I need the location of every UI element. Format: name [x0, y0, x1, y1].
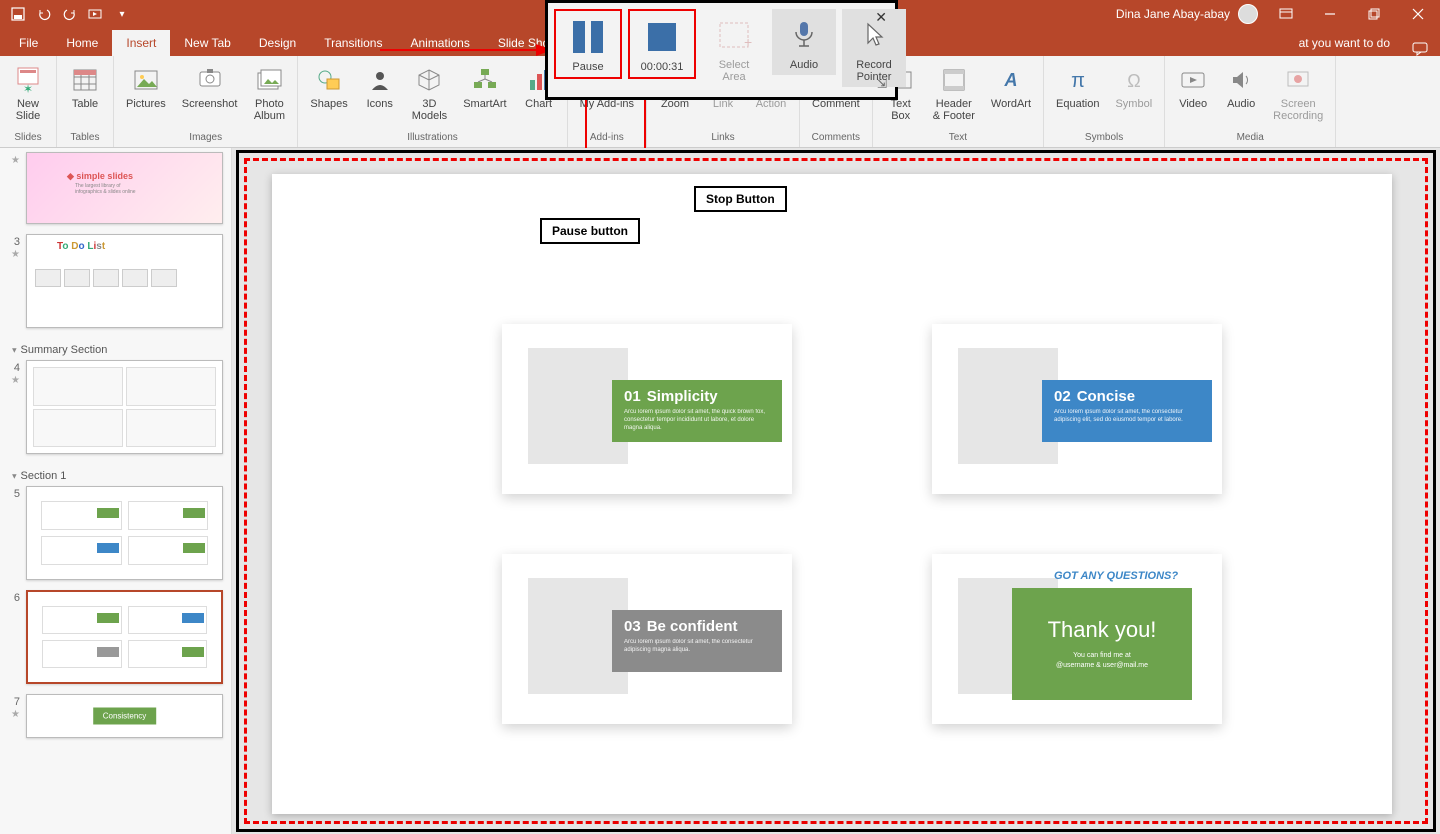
- svg-text:+: +: [744, 34, 752, 50]
- audio-icon: [1225, 64, 1257, 96]
- shapes-icon: [313, 64, 345, 96]
- table-icon: [69, 64, 101, 96]
- slide-thumbnail[interactable]: Consistency: [26, 694, 223, 738]
- equation-icon: π: [1062, 64, 1094, 96]
- record-pointer-button[interactable]: Record Pointer: [842, 9, 906, 87]
- wordart-button[interactable]: AWordArt: [985, 60, 1037, 114]
- equation-button[interactable]: πEquation: [1050, 60, 1105, 114]
- comments-icon[interactable]: [1412, 42, 1428, 56]
- redo-icon[interactable]: [62, 6, 78, 22]
- workspace: ★ ◆ simple slides The largest library of…: [0, 148, 1440, 834]
- microphone-icon: [792, 20, 816, 50]
- slide-thumbnail[interactable]: [26, 360, 223, 454]
- video-icon: [1177, 64, 1209, 96]
- tab-transitions[interactable]: Transitions: [310, 30, 396, 56]
- slide-thumbnail-current[interactable]: [26, 590, 223, 684]
- screen-recording-button: Screen Recording: [1267, 60, 1329, 126]
- pictures-icon: [130, 64, 162, 96]
- card-confident[interactable]: 03Be confidentArcu lorem ipsum dolor sit…: [502, 554, 792, 724]
- tab-insert[interactable]: Insert: [112, 30, 170, 56]
- tab-design[interactable]: Design: [245, 30, 310, 56]
- pause-recording-button[interactable]: Pause: [554, 9, 622, 79]
- user-name: Dina Jane Abay-abay: [1116, 7, 1230, 21]
- smartart-button[interactable]: SmartArt: [457, 60, 512, 114]
- stop-recording-button[interactable]: 00:00:31: [628, 9, 696, 79]
- ribbon-display-options-icon[interactable]: [1264, 0, 1308, 28]
- photo-album-icon: [253, 64, 285, 96]
- tab-newtab[interactable]: New Tab: [170, 30, 244, 56]
- qat-dropdown-icon[interactable]: ▾: [114, 6, 130, 22]
- card-thankyou[interactable]: GOT ANY QUESTIONS? Thank you! You can fi…: [932, 554, 1222, 724]
- symbol-icon: Ω: [1118, 64, 1150, 96]
- animation-star-icon: ★: [11, 155, 20, 166]
- slide-thumbnail[interactable]: ◆ simple slides The largest library ofin…: [26, 152, 223, 224]
- new-slide-button[interactable]: ✶New Slide: [6, 60, 50, 126]
- new-slide-icon: ✶: [12, 64, 44, 96]
- tell-me-search[interactable]: at you want to do: [1289, 30, 1400, 56]
- photo-album-button[interactable]: Photo Album: [247, 60, 291, 126]
- audio-button[interactable]: Audio: [1219, 60, 1263, 114]
- card-simplicity[interactable]: 01SimplicityArcu lorem ipsum dolor sit a…: [502, 324, 792, 494]
- user-account[interactable]: Dina Jane Abay-abay: [1110, 4, 1264, 24]
- icons-icon: [364, 64, 396, 96]
- svg-text:Ω: Ω: [1127, 71, 1140, 91]
- minimize-button[interactable]: [1308, 0, 1352, 28]
- tab-file[interactable]: File: [5, 30, 52, 56]
- start-from-beginning-icon[interactable]: [88, 6, 104, 22]
- avatar: [1238, 4, 1258, 24]
- wordart-icon: A: [995, 64, 1027, 96]
- pause-icon: [573, 21, 603, 53]
- icons-button[interactable]: Icons: [358, 60, 402, 114]
- slide-thumbnail[interactable]: [26, 486, 223, 580]
- header-footer-button[interactable]: Header & Footer: [927, 60, 981, 126]
- slide[interactable]: 01SimplicityArcu lorem ipsum dolor sit a…: [272, 174, 1392, 814]
- section-header[interactable]: Section 1: [8, 464, 223, 486]
- select-area-button: + Select Area: [702, 9, 766, 87]
- undo-icon[interactable]: [36, 6, 52, 22]
- 3d-models-icon: [413, 64, 445, 96]
- tab-animations[interactable]: Animations: [396, 30, 483, 56]
- recording-timer: 00:00:31: [641, 61, 684, 73]
- restore-button[interactable]: [1352, 0, 1396, 28]
- symbol-button: ΩSymbol: [1109, 60, 1158, 114]
- record-audio-button[interactable]: Audio: [772, 9, 836, 75]
- tab-home[interactable]: Home: [52, 30, 112, 56]
- shapes-button[interactable]: Shapes: [304, 60, 353, 114]
- screenshot-icon: [194, 64, 226, 96]
- pictures-button[interactable]: Pictures: [120, 60, 172, 114]
- annotation-pause-label: Pause button: [540, 218, 640, 244]
- header-footer-icon: [938, 64, 970, 96]
- screen-recording-icon: [1282, 64, 1314, 96]
- svg-text:π: π: [1071, 70, 1085, 92]
- video-button[interactable]: Video: [1171, 60, 1215, 114]
- slide-thumbnail-panel[interactable]: ★ ◆ simple slides The largest library of…: [0, 148, 232, 834]
- 3d-models-button[interactable]: 3D Models: [406, 60, 453, 126]
- slide-canvas[interactable]: 01SimplicityArcu lorem ipsum dolor sit a…: [232, 148, 1440, 834]
- svg-text:✶: ✶: [23, 82, 33, 96]
- pin-recording-toolbar-button[interactable]: ⇲: [877, 77, 887, 91]
- screenshot-button[interactable]: Screenshot: [176, 60, 244, 114]
- annotation-stop-label: Stop Button: [694, 186, 787, 212]
- svg-text:A: A: [1003, 70, 1017, 90]
- section-header[interactable]: Summary Section: [8, 338, 223, 360]
- card-concise[interactable]: 02ConciseArcu lorem ipsum dolor sit amet…: [932, 324, 1222, 494]
- stop-icon: [648, 23, 676, 51]
- close-button[interactable]: [1396, 0, 1440, 28]
- save-icon[interactable]: [10, 6, 26, 22]
- table-button[interactable]: Table: [63, 60, 107, 114]
- screen-recording-toolbar: Pause 00:00:31 + Select Area Audio Recor…: [545, 0, 898, 100]
- close-recording-toolbar-button[interactable]: ✕: [875, 9, 887, 26]
- slide-thumbnail[interactable]: To Do List: [26, 234, 223, 328]
- smartart-icon: [469, 64, 501, 96]
